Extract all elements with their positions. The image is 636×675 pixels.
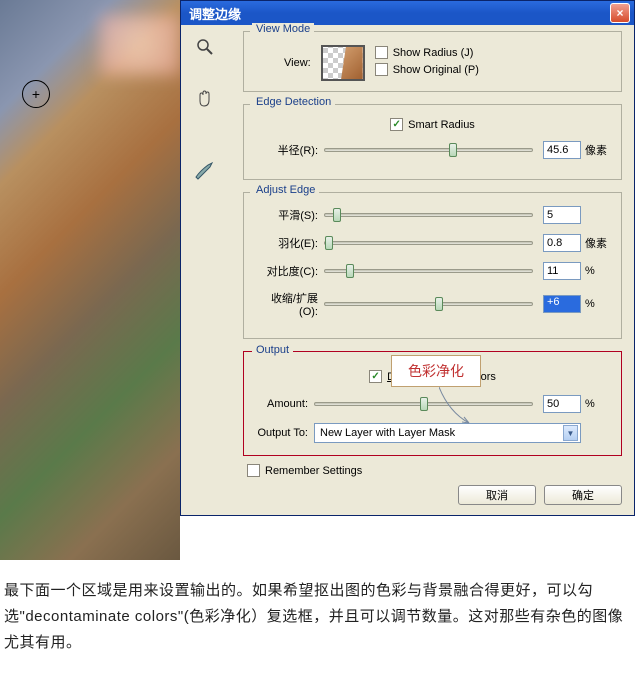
hand-tool-icon[interactable]: [193, 87, 217, 111]
dialog-title: 调整边缘: [189, 4, 241, 23]
background-blur: [100, 15, 180, 75]
edge-detection-group: Edge Detection ✓ Smart Radius 半径(R): 像素: [243, 104, 622, 180]
feather-label: 羽化(E):: [254, 235, 324, 251]
smooth-input[interactable]: [543, 206, 581, 224]
adjust-edge-group: Adjust Edge 平滑(S): 羽化(E): 像素: [243, 192, 622, 339]
show-radius-checkbox[interactable]: [375, 46, 388, 59]
feather-input[interactable]: [543, 234, 581, 252]
output-to-label: Output To:: [254, 427, 314, 439]
radius-slider[interactable]: [324, 148, 533, 152]
tool-column: [193, 35, 221, 183]
view-mode-group: View Mode View: Show Radius (J): [243, 31, 622, 92]
callout-arrow: [439, 387, 479, 427]
callout-label: 色彩净化: [391, 355, 481, 387]
contrast-unit: %: [585, 265, 611, 277]
refine-brush-tool-icon[interactable]: [193, 159, 217, 183]
feather-unit: 像素: [585, 235, 611, 251]
chevron-down-icon: ▼: [563, 425, 578, 441]
smart-radius-label: Smart Radius: [408, 119, 475, 131]
ok-button[interactable]: 确定: [544, 485, 622, 505]
zoom-tool-icon[interactable]: [193, 35, 217, 59]
output-to-value: New Layer with Layer Mask: [320, 427, 455, 439]
view-mode-legend: View Mode: [252, 23, 314, 35]
contrast-label: 对比度(C):: [254, 263, 324, 279]
show-radius-label: Show Radius (J): [393, 47, 474, 59]
amount-label: Amount:: [254, 398, 314, 410]
amount-slider[interactable]: [314, 402, 533, 406]
adjust-edge-legend: Adjust Edge: [252, 184, 319, 196]
show-original-label: Show Original (P): [393, 64, 479, 76]
refine-edge-dialog: 调整边缘 × Vie: [180, 0, 635, 516]
shift-edge-unit: %: [585, 298, 611, 310]
contrast-input[interactable]: [543, 262, 581, 280]
smart-radius-checkbox[interactable]: ✓: [390, 118, 403, 131]
smooth-label: 平滑(S):: [254, 207, 324, 223]
shift-edge-label: 收缩/扩展(O):: [254, 290, 324, 318]
brush-cursor: +: [22, 80, 50, 108]
decontaminate-checkbox[interactable]: ✓: [369, 370, 382, 383]
screenshot-area: + 调整边缘 ×: [0, 0, 636, 560]
radius-label: 半径(R):: [254, 142, 324, 158]
edge-detection-legend: Edge Detection: [252, 96, 335, 108]
amount-input[interactable]: [543, 395, 581, 413]
output-legend: Output: [252, 344, 293, 356]
cancel-button[interactable]: 取消: [458, 485, 536, 505]
remember-settings-label: Remember Settings: [265, 465, 362, 477]
smooth-slider[interactable]: [324, 213, 533, 217]
shift-edge-slider[interactable]: [324, 302, 533, 306]
radius-unit: 像素: [585, 142, 611, 158]
caption-text: 最下面一个区域是用来设置输出的。如果希望抠出图的色彩与背景融合得更好，可以勾选"…: [0, 560, 636, 666]
dialog-body: View Mode View: Show Radius (J): [181, 25, 634, 515]
remember-settings-checkbox[interactable]: [247, 464, 260, 477]
amount-unit: %: [585, 398, 611, 410]
feather-slider[interactable]: [324, 241, 533, 245]
show-original-checkbox[interactable]: [375, 63, 388, 76]
shift-edge-input[interactable]: +6: [543, 295, 581, 313]
contrast-slider[interactable]: [324, 269, 533, 273]
dialog-titlebar[interactable]: 调整边缘 ×: [181, 1, 634, 25]
view-label: View:: [284, 57, 311, 69]
view-mode-thumbnail[interactable]: [321, 45, 365, 81]
close-icon[interactable]: ×: [610, 3, 630, 23]
radius-input[interactable]: [543, 141, 581, 159]
